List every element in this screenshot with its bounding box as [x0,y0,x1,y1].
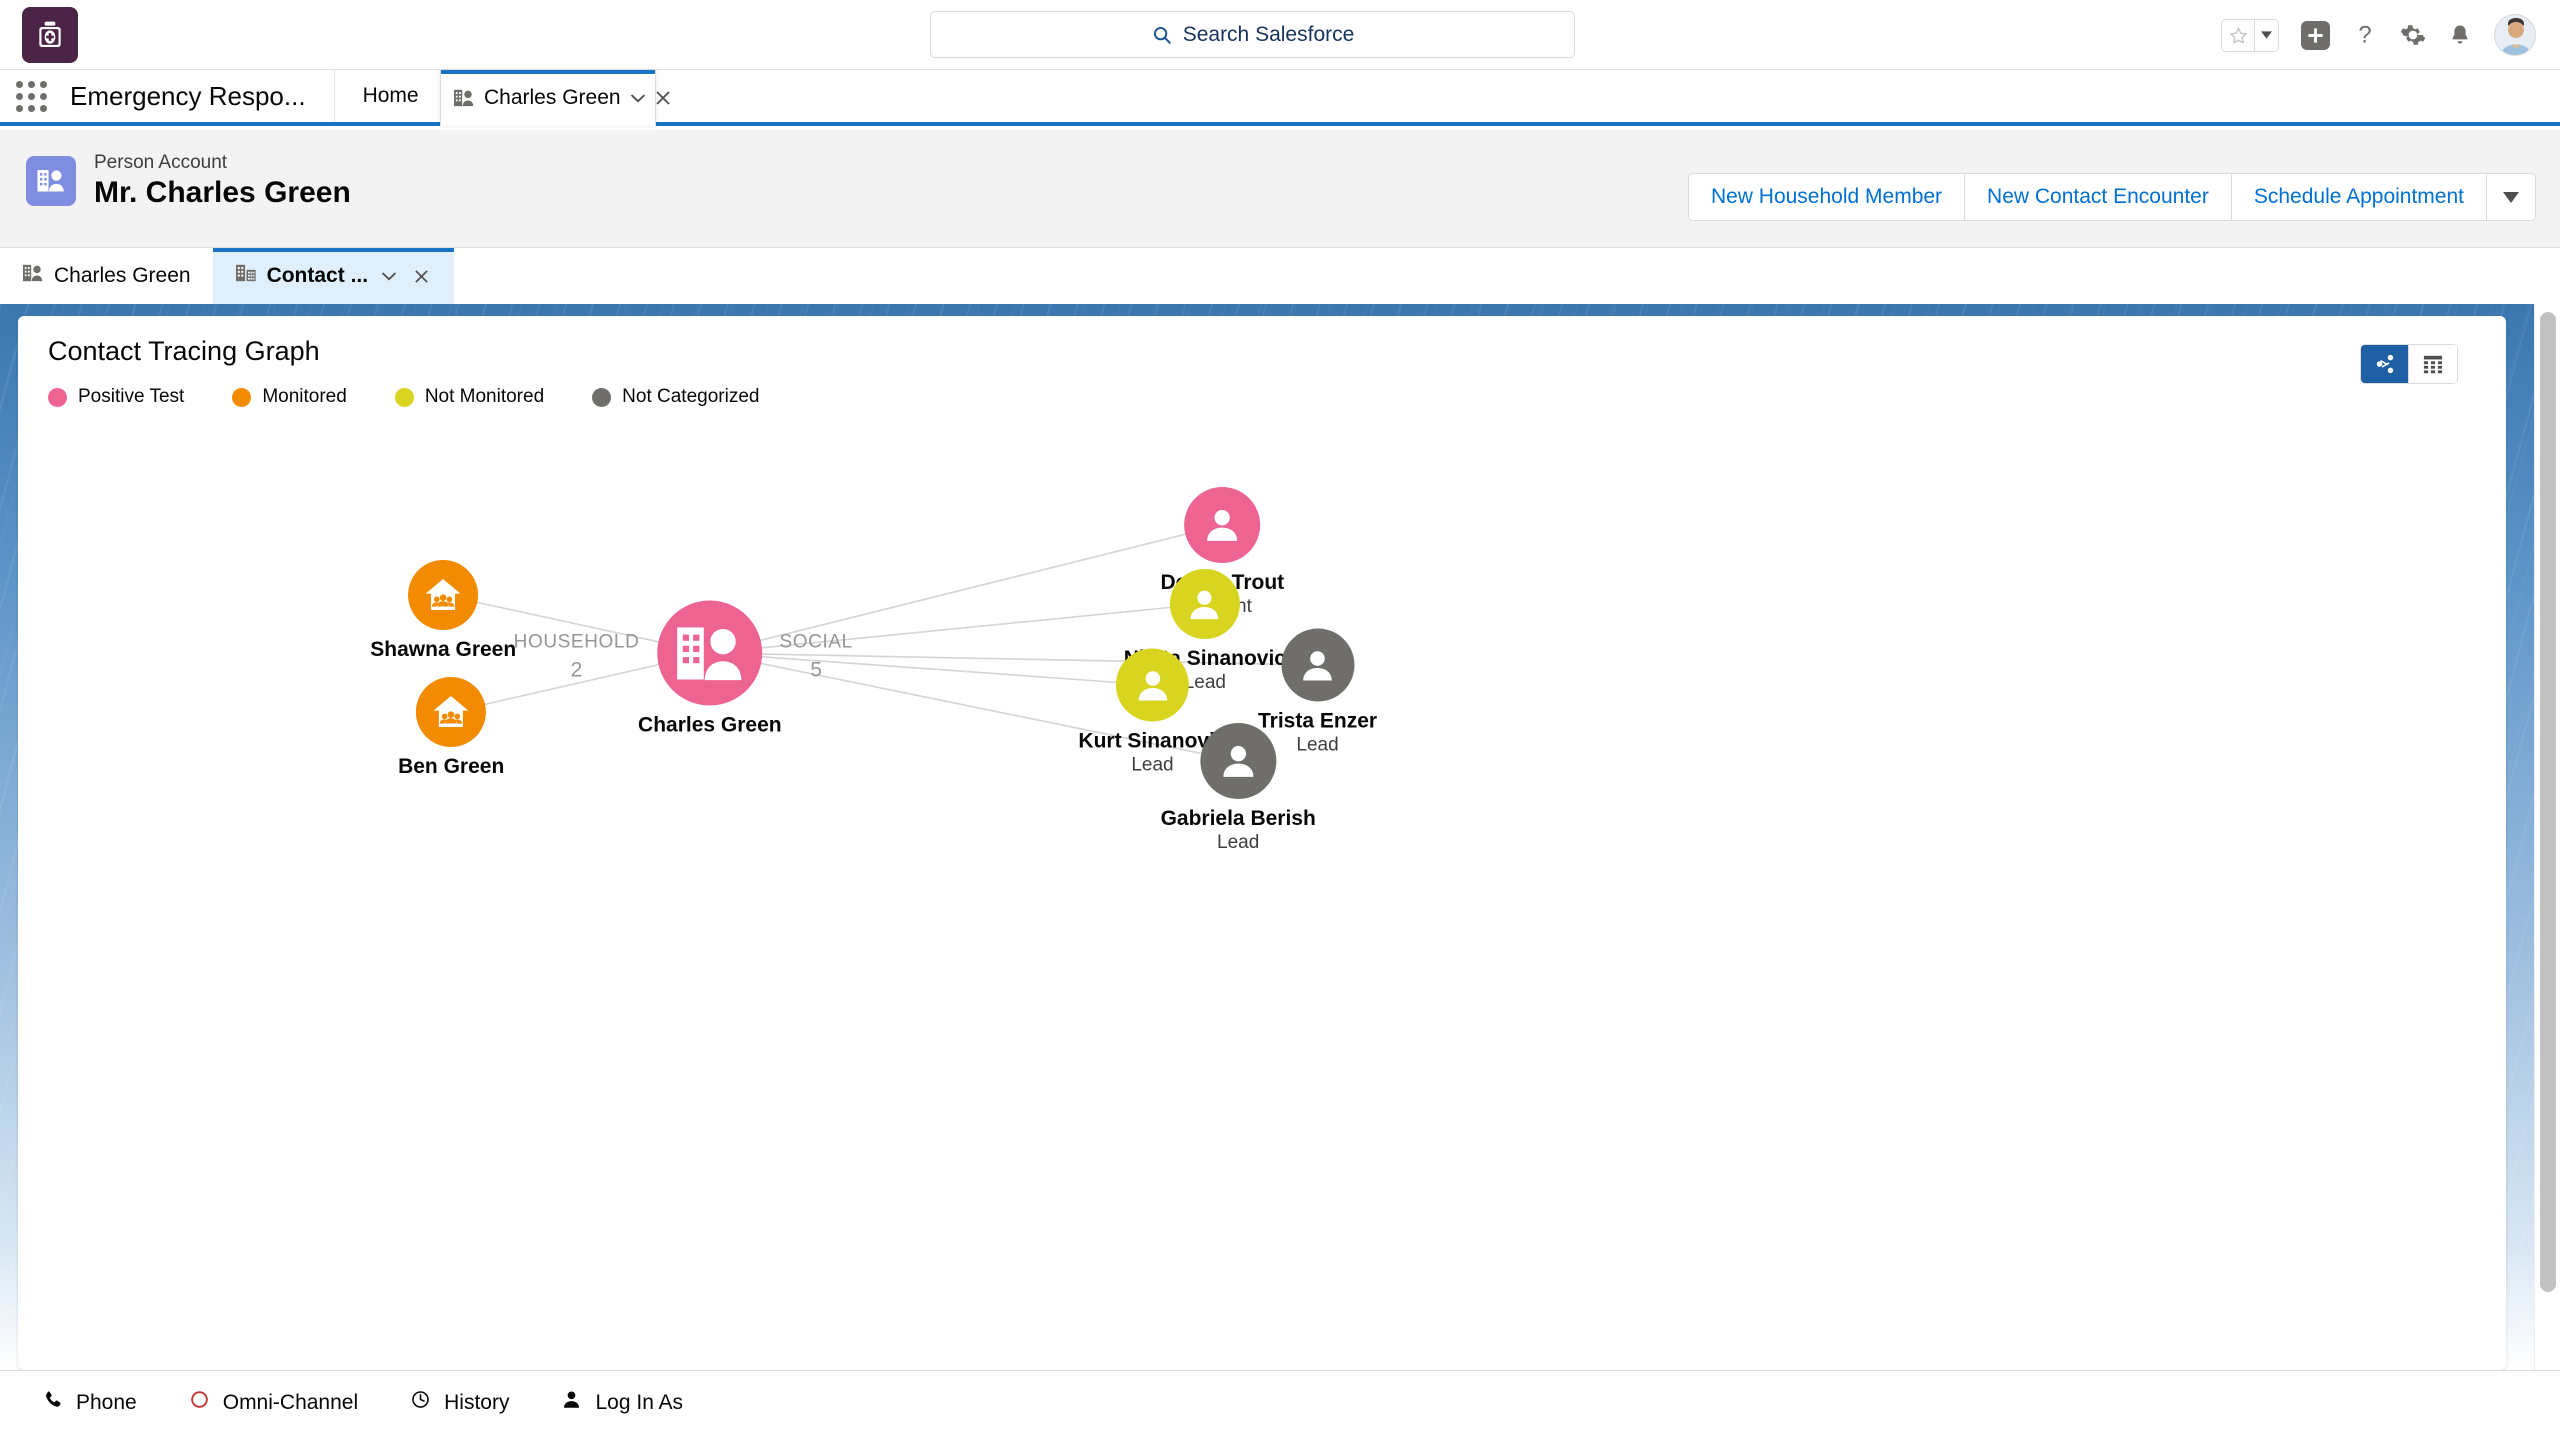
utility-item-history-label: History [444,1390,510,1414]
global-search[interactable]: Search Salesforce [930,11,1575,58]
person-account-icon [453,88,475,108]
record-action-buttons: New Household Member New Contact Encount… [1687,173,2536,221]
edge-group-count: 5 [810,658,822,682]
building-icon [235,263,257,289]
workspace-tab-label: Charles Green [484,86,621,109]
node-avatar [416,677,487,747]
person-account-icon [22,263,44,289]
node-avatar [1200,723,1277,799]
sub-tab-bar: Charles Green Contact ... [0,248,2560,304]
node-name: Shawna Green [370,638,517,661]
graph-node-ben[interactable]: Ben Green [398,677,504,779]
schedule-appointment-button[interactable]: Schedule Appointment [2231,174,2487,220]
first-aid-kit-icon [39,21,61,47]
phone-icon [42,1389,63,1416]
user-icon [561,1389,582,1416]
star-icon[interactable] [2222,19,2254,51]
sub-tab-charles-green-label: Charles Green [54,264,191,287]
avatar-photo [2495,15,2535,55]
clock-icon [410,1389,431,1416]
utility-bar: Phone Omni-Channel History Log In As [0,1370,2560,1434]
sub-tab-contact-tracing-label: Contact ... [266,264,369,287]
notifications-button[interactable] [2448,23,2472,47]
workspace-tab-caret[interactable] [630,93,646,103]
bell-icon [2452,25,2468,44]
node-name: Gabriela Berish [1160,807,1316,830]
utility-item-log-in-as[interactable]: Log In As [535,1371,709,1434]
graph-node-charles[interactable]: Charles Green [638,600,782,738]
edge-group-name: HOUSEHOLD [513,631,640,653]
global-header: Search Salesforce ? [0,0,2560,70]
graph-node-gabriela[interactable]: Gabriela Berish Lead [1161,723,1316,855]
global-header-actions: ? [2221,0,2536,70]
node-avatar [1115,648,1189,722]
record-object-label: Person Account [94,152,228,173]
node-avatar [1184,487,1261,563]
page-title: Mr. Charles Green [94,176,351,209]
utility-item-log-in-as-label: Log In As [595,1390,684,1414]
svg-text:?: ? [2358,22,2371,48]
chevron-down-icon[interactable] [2254,19,2278,51]
node-name: Ben Green [398,755,505,778]
utility-item-phone[interactable]: Phone [16,1371,163,1434]
search-placeholder: Search Salesforce [1182,22,1355,46]
graph-canvas[interactable]: Charles GreenShawna GreenBen GreenDexter… [18,316,2506,1370]
workspace-tab-close-icon[interactable] [655,90,671,106]
sub-tab-caret[interactable] [378,271,400,281]
help-button[interactable]: ? [2352,22,2378,48]
sub-tab-close-icon[interactable] [410,269,432,284]
node-subtitle: Lead [1217,832,1260,853]
graph-node-shawna[interactable]: Shawna Green [370,560,516,662]
app-navigation-bar: Emergency Respo... Home [0,70,2560,126]
app-name: Emergency Respo... [70,80,306,111]
node-name: Charles Green [638,713,782,737]
edge-group-label-social: SOCIAL 5 [779,632,852,683]
plus-icon [2301,20,2330,50]
question-mark-icon: ? [2358,22,2371,48]
caret-down-icon [2503,191,2519,203]
node-avatar [1281,628,1355,702]
app-launcher-icon[interactable] [0,70,62,122]
utility-item-omni-channel[interactable]: Omni-Channel [163,1371,384,1434]
edge-group-label-household: HOUSEHOLD 2 [514,632,640,683]
nav-tab-home[interactable]: Home [333,70,447,122]
new-household-member-button[interactable]: New Household Member [1688,174,1966,220]
gear-icon [2400,25,2426,45]
app-logo[interactable] [22,6,78,63]
sub-tab-contact-tracing[interactable]: Contact ... [212,248,455,304]
favorites-group[interactable] [2221,18,2279,52]
node-avatar [1169,569,1240,639]
node-avatar [408,560,479,630]
scrollbar-thumb[interactable] [2540,312,2556,1292]
avatar[interactable] [2494,14,2536,56]
utility-item-phone-label: Phone [76,1390,137,1414]
record-identity: Person Account Mr. Charles Green [26,150,351,211]
vertical-scrollbar[interactable] [2534,304,2560,1370]
sub-tab-charles-green[interactable]: Charles Green [0,248,213,304]
edge-group-name: SOCIAL [779,631,853,653]
search-input[interactable]: Search Salesforce [930,11,1575,58]
edge-group-count: 2 [570,658,583,682]
search-icon [1151,24,1173,46]
node-avatar [657,600,763,706]
contact-tracing-graph-card: Contact Tracing Graph Positive Test Moni… [18,316,2506,1370]
new-contact-encounter-button[interactable]: New Contact Encounter [1965,174,2232,220]
setup-button[interactable] [2400,22,2426,48]
global-create-button[interactable] [2301,20,2330,50]
nav-tab-home-label: Home [362,84,419,107]
omni-channel-icon [189,1389,210,1416]
more-actions-button[interactable] [2487,174,2535,220]
workspace-tab-charles-green[interactable]: Charles Green [440,70,670,126]
utility-item-history[interactable]: History [384,1371,535,1434]
utility-item-omni-channel-label: Omni-Channel [222,1390,359,1414]
person-account-icon [26,155,76,206]
